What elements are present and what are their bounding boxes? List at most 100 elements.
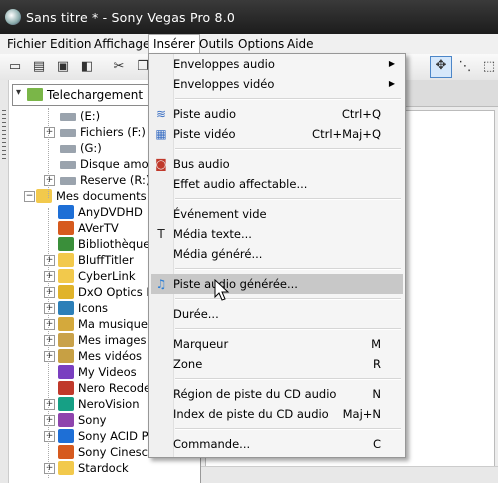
horizontal-scrollbar[interactable] — [201, 466, 498, 483]
collapse-icon[interactable]: − — [24, 191, 35, 202]
menu-item-effet-audio-affectable[interactable]: Effet audio affectable... — [151, 174, 403, 194]
menu-item-label: Effet audio affectable... — [173, 177, 308, 191]
menu-separator — [175, 428, 401, 430]
drive-icon — [60, 129, 76, 137]
new-file-icon[interactable]: ▭ — [6, 58, 24, 76]
expand-icon[interactable]: + — [44, 255, 55, 266]
app-icon — [58, 413, 74, 427]
app-icon — [58, 285, 74, 299]
audio-track-icon: ≋ — [155, 107, 167, 121]
expand-icon[interactable]: + — [44, 415, 55, 426]
expand-icon[interactable]: + — [44, 319, 55, 330]
menu-item-label: Durée... — [173, 307, 219, 321]
menu-item-label: Enveloppes audio — [173, 57, 275, 71]
menu-item-media-genere[interactable]: Média généré... — [151, 244, 403, 264]
open-folder-icon[interactable]: ▤ — [30, 58, 48, 76]
menu-item-bus-audio[interactable]: ◙ Bus audio — [151, 154, 403, 174]
selection-tool-icon[interactable]: ⬚ — [480, 58, 498, 76]
vegas-app-icon — [5, 9, 21, 25]
save-icon[interactable]: ▣ — [54, 58, 72, 76]
chevron-down-icon[interactable]: ▾ — [16, 87, 21, 98]
tree-item-label: Stardock — [78, 461, 129, 475]
menu-item-shortcut: C — [372, 437, 381, 451]
menu-item-evenement-vide[interactable]: Événement vide — [151, 204, 403, 224]
drive-icon — [60, 113, 76, 121]
submenu-arrow-icon: ▶ — [388, 59, 395, 68]
menu-item-region-de-piste-du-cd-audio[interactable]: Région de piste du CD audio N — [151, 384, 403, 404]
title-bar: Sans titre * - Sony Vegas Pro 8.0 — [0, 0, 498, 34]
menu-outils[interactable]: Outils — [195, 35, 238, 53]
tree-item-label: Icons — [78, 301, 109, 315]
text-media-icon: T — [157, 227, 165, 241]
menu-item-shortcut: N — [372, 387, 381, 401]
app-icon — [58, 301, 74, 315]
music-note-icon: ♫ — [155, 277, 167, 291]
menu-item-label: Enveloppes vidéo — [173, 77, 275, 91]
tree-item-label: Mes documents — [56, 189, 147, 203]
expand-icon[interactable]: + — [44, 463, 55, 474]
app-icon — [58, 397, 74, 411]
menu-item-shortcut: Ctrl+Q — [341, 107, 381, 121]
expand-icon[interactable]: + — [44, 287, 55, 298]
menu-item-zone[interactable]: Zone R — [151, 354, 403, 374]
normal-edit-tool-icon[interactable]: ✥ — [430, 56, 452, 78]
menu-item-marqueur[interactable]: Marqueur M — [151, 334, 403, 354]
menu-inserer[interactable]: Insérer — [148, 34, 200, 55]
menu-item-label: Zone — [173, 357, 203, 371]
menu-item-shortcut: Maj+N — [342, 407, 381, 421]
tree-item-label: Fichiers (F:) — [80, 125, 146, 139]
menu-item-index-de-piste-du-cd-audio[interactable]: Index de piste du CD audio Maj+N — [151, 404, 403, 424]
mouse-cursor-icon — [214, 279, 230, 301]
menu-edition[interactable]: Edition — [46, 35, 96, 53]
menu-item-label: Média texte... — [173, 227, 252, 241]
tree-item-label: Ma musique — [78, 317, 148, 331]
menu-affichage[interactable]: Affichage — [90, 35, 154, 53]
menu-item-label: Piste vidéo — [173, 127, 236, 141]
menu-item-piste-audio-generee[interactable]: ♫ Piste audio générée... — [151, 274, 403, 294]
tree-item-label: AVerTV — [78, 221, 119, 235]
menu-item-enveloppes-video[interactable]: Enveloppes vidéo ▶ — [151, 74, 403, 94]
menu-item-label: Bus audio — [173, 157, 230, 171]
menu-item-label: Région de piste du CD audio — [173, 387, 337, 401]
expand-icon[interactable]: + — [44, 303, 55, 314]
menu-item-commande[interactable]: Commande... C — [151, 434, 403, 454]
video-track-icon: ▦ — [155, 127, 167, 141]
expand-icon[interactable]: + — [44, 271, 55, 282]
expand-icon[interactable]: + — [44, 175, 55, 186]
tree-item-label: Sony ACID Pr — [78, 429, 154, 443]
tree-item-label: Mes vidéos — [78, 349, 143, 363]
app-icon — [58, 381, 74, 395]
expand-icon[interactable]: + — [44, 335, 55, 346]
menu-fichier[interactable]: Fichier — [3, 35, 50, 53]
menu-item-label: Événement vide — [173, 207, 267, 221]
location-value: Telechargement — [47, 88, 144, 102]
tree-item-label: AnyDVDHD — [78, 205, 143, 219]
app-icon — [58, 429, 74, 443]
drive-icon — [60, 161, 76, 169]
expand-icon[interactable]: + — [44, 431, 55, 442]
menu-separator — [175, 298, 401, 300]
expand-icon[interactable]: + — [44, 399, 55, 410]
expand-icon[interactable]: + — [44, 351, 55, 362]
menu-aide[interactable]: Aide — [283, 35, 318, 53]
cut-icon[interactable]: ✂ — [110, 58, 128, 76]
menu-item-media-texte[interactable]: T Média texte... — [151, 224, 403, 244]
menu-item-shortcut: R — [373, 357, 381, 371]
tree-item-label: Sony — [78, 413, 107, 427]
tree-item[interactable]: + Stardock — [8, 460, 200, 476]
menu-separator — [175, 328, 401, 330]
window-title: Sans titre * - Sony Vegas Pro 8.0 — [26, 10, 236, 25]
menu-item-piste-video[interactable]: ▦ Piste vidéo Ctrl+Maj+Q — [151, 124, 403, 144]
envelope-tool-icon[interactable]: ⋱ — [456, 58, 474, 76]
menu-separator — [175, 98, 401, 100]
tree-item-label: Bibliothèques — [78, 237, 157, 251]
tree-item-label: Reserve (R:) — [80, 173, 151, 187]
tree-item-label: DxO Optics P — [78, 285, 154, 299]
expand-icon[interactable]: + — [44, 127, 55, 138]
menu-item-enveloppes-audio[interactable]: Enveloppes audio ▶ — [151, 54, 403, 74]
menu-item-piste-audio[interactable]: ≋ Piste audio Ctrl+Q — [151, 104, 403, 124]
render-icon[interactable]: ◧ — [78, 58, 96, 76]
menu-options[interactable]: Options — [234, 35, 288, 53]
tree-item-label: Sony Cinesco — [78, 445, 156, 459]
menu-item-duree[interactable]: Durée... — [151, 304, 403, 324]
